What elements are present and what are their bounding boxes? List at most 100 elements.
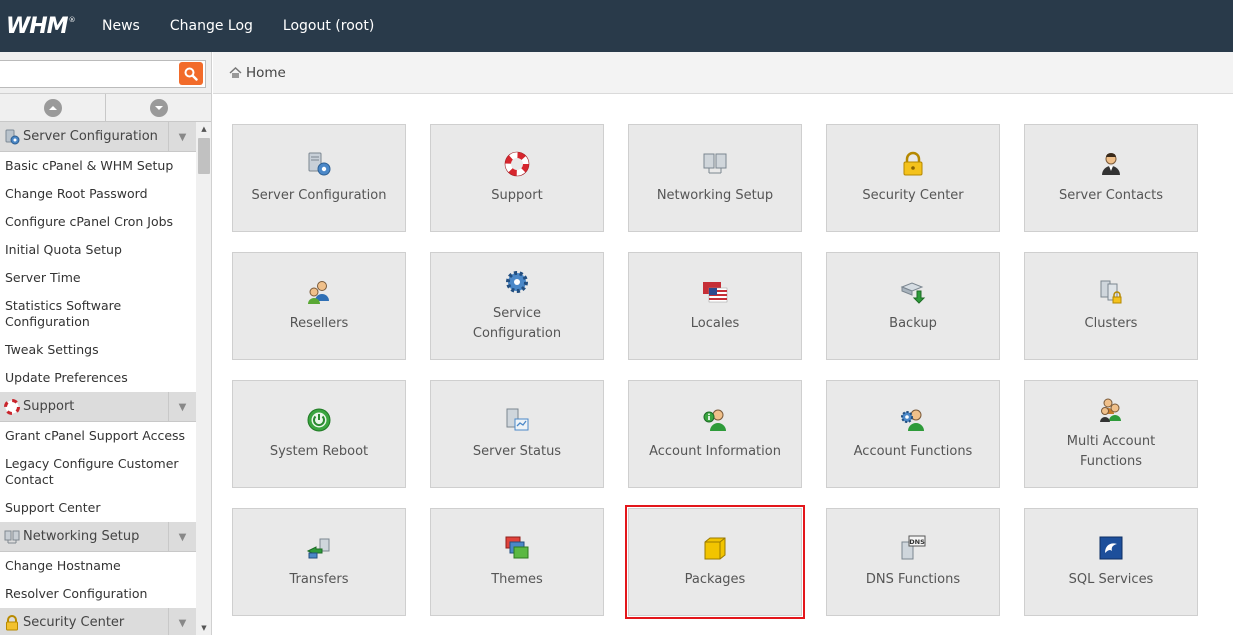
sidebar-item-legacy-configure-customer-contact[interactable]: Legacy Configure Customer Contact — [0, 450, 196, 494]
section-toggle-arrow-icon[interactable]: ▼ — [168, 608, 196, 635]
top-nav-links: News Change Log Logout (root) — [102, 18, 404, 34]
sidebar-item-configure-cron-jobs[interactable]: Configure cPanel Cron Jobs — [0, 208, 196, 236]
tile-label: Server Status — [472, 443, 562, 459]
section-toggle-arrow-icon[interactable]: ▼ — [168, 522, 196, 552]
tile-backup[interactable]: Backup — [826, 252, 1000, 360]
sidebar-section-label: Security Center — [23, 615, 125, 630]
sidebar: Server Configuration ▼ Basic cPanel & WH… — [0, 52, 212, 635]
tile-system-reboot[interactable]: System Reboot — [232, 380, 406, 488]
search-button[interactable] — [179, 62, 203, 85]
tile-account-functions[interactable]: Account Functions — [826, 380, 1000, 488]
top-navigation-bar: WHM ® News Change Log Logout (root) — [0, 0, 1233, 52]
sidebar-scrollbar[interactable]: ▲ ▼ — [196, 122, 211, 635]
server-gear-icon — [306, 151, 332, 177]
sidebar-item-tweak-settings[interactable]: Tweak Settings — [0, 336, 196, 364]
lifebuoy-icon — [4, 398, 20, 415]
padlock-icon — [900, 151, 926, 177]
tile-security-center[interactable]: Security Center — [826, 124, 1000, 232]
sidebar-item-grant-support-access[interactable]: Grant cPanel Support Access — [0, 422, 196, 450]
tile-label: Account Information — [649, 443, 781, 459]
expand-all-button[interactable] — [106, 94, 211, 121]
tile-label: Transfers — [289, 571, 349, 587]
sidebar-item-initial-quota-setup[interactable]: Initial Quota Setup — [0, 236, 196, 264]
scroll-down-arrow-icon[interactable]: ▼ — [196, 621, 211, 635]
search-row — [0, 52, 211, 94]
tile-label: Clusters — [1084, 315, 1138, 331]
server-status-icon — [504, 407, 530, 433]
tile-themes[interactable]: Themes — [430, 508, 604, 616]
tile-transfers[interactable]: Transfers — [232, 508, 406, 616]
gear-icon — [504, 269, 530, 295]
section-toggle-arrow-icon[interactable]: ▼ — [168, 122, 196, 152]
flag-icon — [702, 279, 728, 305]
contact-person-icon — [1098, 151, 1124, 177]
sidebar-item-update-preferences[interactable]: Update Preferences — [0, 364, 196, 392]
breadcrumb: Home — [213, 52, 1233, 94]
tile-dns-functions[interactable]: DNS DNS Functions — [826, 508, 1000, 616]
search-icon — [184, 67, 198, 81]
tile-label: SQL Services — [1068, 571, 1154, 587]
networked-computers-icon — [702, 151, 728, 177]
backup-drive-icon — [900, 279, 926, 305]
tile-networking-setup[interactable]: Networking Setup — [628, 124, 802, 232]
dns-server-icon: DNS — [900, 535, 926, 561]
tile-service-configuration[interactable]: Service Configuration — [430, 252, 604, 360]
tile-locales[interactable]: Locales — [628, 252, 802, 360]
tile-label: Multi Account Functions — [1066, 433, 1156, 469]
sidebar-section-label: Networking Setup — [23, 529, 140, 544]
sidebar-item-server-time[interactable]: Server Time — [0, 264, 196, 292]
tile-label: Account Functions — [853, 443, 973, 459]
mysql-dolphin-icon — [1098, 535, 1124, 561]
multi-user-icon — [1098, 397, 1124, 423]
tile-server-status[interactable]: Server Status — [430, 380, 604, 488]
tile-label: Server Configuration — [251, 187, 387, 203]
tile-label: System Reboot — [269, 443, 369, 459]
themes-icon — [504, 535, 530, 561]
sidebar-item-statistics-software-configuration[interactable]: Statistics Software Configuration — [0, 292, 196, 336]
sidebar-item-change-hostname[interactable]: Change Hostname — [0, 552, 196, 580]
tile-account-information[interactable]: Account Information — [628, 380, 802, 488]
whm-logo[interactable]: WHM ® — [6, 14, 84, 39]
tile-packages[interactable]: Packages — [625, 505, 805, 619]
tile-resellers[interactable]: Resellers — [232, 252, 406, 360]
sidebar-section-label: Server Configuration — [23, 129, 158, 144]
tile-server-contacts[interactable]: Server Contacts — [1024, 124, 1198, 232]
sidebar-item-resolver-configuration[interactable]: Resolver Configuration — [0, 580, 196, 608]
power-icon — [306, 407, 332, 433]
tile-clusters[interactable]: Clusters — [1024, 252, 1198, 360]
sidebar-section-server-configuration[interactable]: Server Configuration ▼ — [0, 122, 196, 152]
nav-change-log-link[interactable]: Change Log — [170, 18, 253, 34]
svg-text:DNS: DNS — [909, 538, 925, 546]
tile-label: Packages — [684, 571, 746, 587]
collapse-expand-row — [0, 94, 211, 122]
lifebuoy-icon — [504, 151, 530, 177]
scroll-up-arrow-icon[interactable]: ▲ — [196, 122, 211, 136]
tile-server-configuration[interactable]: Server Configuration — [232, 124, 406, 232]
sidebar-section-security-center[interactable]: Security Center ▼ — [0, 608, 196, 635]
breadcrumb-home-link[interactable]: Home — [246, 65, 286, 81]
tile-label: Themes — [491, 571, 543, 587]
nav-news-link[interactable]: News — [102, 18, 140, 34]
logo-registered-mark: ® — [68, 16, 76, 24]
section-toggle-arrow-icon[interactable]: ▼ — [168, 392, 196, 422]
tile-sql-services[interactable]: SQL Services — [1024, 508, 1198, 616]
tile-multi-account-functions[interactable]: Multi Account Functions — [1024, 380, 1198, 488]
tile-label: Locales — [690, 315, 740, 331]
sidebar-item-change-root-password[interactable]: Change Root Password — [0, 180, 196, 208]
package-box-icon — [702, 535, 728, 561]
search-input[interactable] — [0, 60, 206, 88]
server-configuration-icon — [4, 129, 20, 145]
nav-logout-link[interactable]: Logout (root) — [283, 18, 374, 34]
sidebar-item-basic-cpanel-whm-setup[interactable]: Basic cPanel & WHM Setup — [0, 152, 196, 180]
sidebar-item-support-center[interactable]: Support Center — [0, 494, 196, 522]
tile-label: Service Configuration — [472, 305, 562, 341]
tile-label: Backup — [889, 315, 937, 331]
tile-label: Networking Setup — [656, 187, 774, 203]
reseller-users-icon — [306, 279, 332, 305]
collapse-all-button[interactable] — [0, 94, 106, 121]
scrollbar-thumb[interactable] — [198, 138, 210, 174]
sidebar-section-label: Support — [23, 399, 75, 414]
tile-support[interactable]: Support — [430, 124, 604, 232]
sidebar-section-support[interactable]: Support ▼ — [0, 392, 196, 422]
sidebar-section-networking-setup[interactable]: Networking Setup ▼ — [0, 522, 196, 552]
